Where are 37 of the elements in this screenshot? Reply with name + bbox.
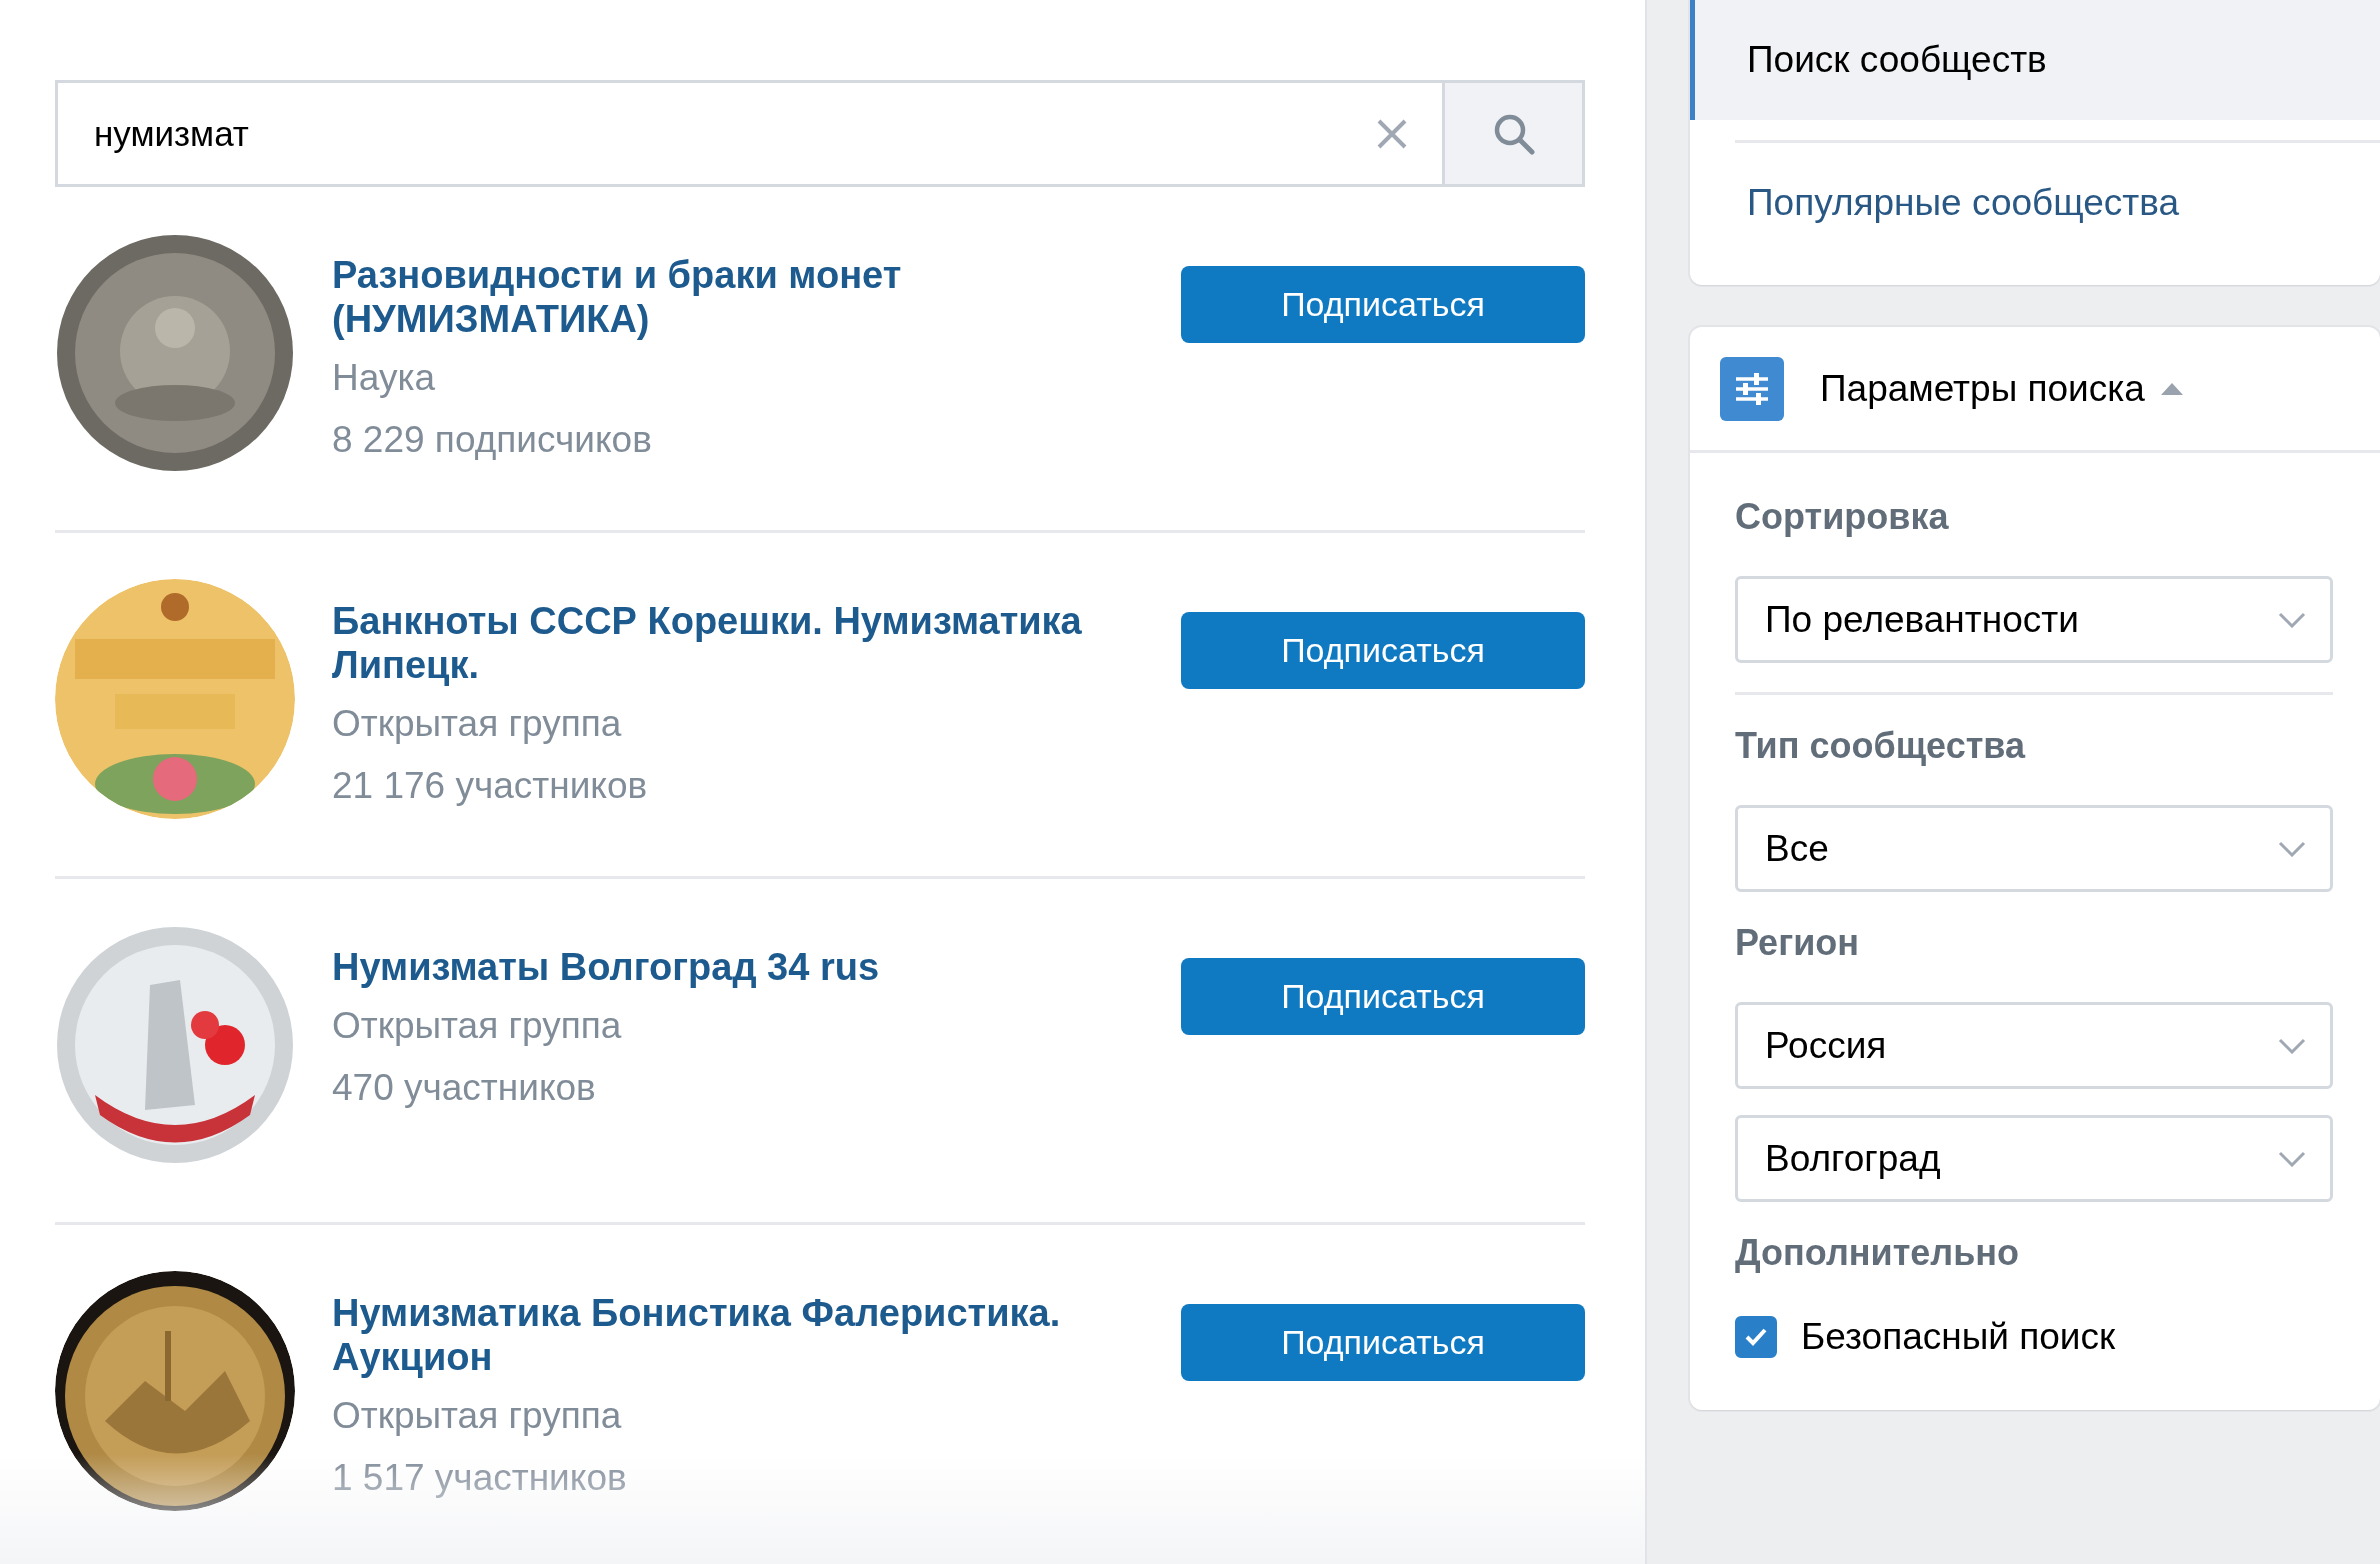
section-label: Тип сообщества: [1735, 724, 2027, 768]
section-label: Сортировка: [1735, 495, 1950, 539]
member-count: 470 участников: [332, 1066, 596, 1110]
filter-icon: [1720, 356, 1784, 421]
chevron-icon: [2278, 1150, 2306, 1167]
group-title-link[interactable]: Нумизматика Бонистика Фалеристика. Аукцион: [332, 1291, 1141, 1379]
section-label: Дополнительно: [1735, 1231, 2021, 1275]
group-title-link[interactable]: Разновидности и браки монет (НУМИЗМАТИКА): [332, 253, 1141, 341]
dropdown[interactable]: Россия: [1735, 1002, 2333, 1089]
nav-item[interactable]: Поиск сообществ: [1690, 0, 2380, 120]
subscribe-button[interactable]: Подписаться: [1181, 958, 1585, 1035]
section-label: Регион: [1735, 921, 1860, 965]
member-count: 1 517 участников: [332, 1456, 627, 1500]
checkbox-label: Безопасный поиск: [1801, 1316, 2116, 1358]
dropdown[interactable]: Волгоград: [1735, 1115, 2333, 1202]
group-category: Открытая группа: [332, 1004, 622, 1048]
checkbox[interactable]: [1735, 1316, 1777, 1358]
group-category: Открытая группа: [332, 702, 622, 746]
search-button[interactable]: [1442, 83, 1582, 184]
chevron-icon: [2278, 1037, 2306, 1054]
group-title-link[interactable]: Банкноты СССР Корешки. Нумизматика Липецк.: [332, 599, 1141, 687]
chevron-icon: [2278, 611, 2306, 628]
dropdown[interactable]: По релевантности: [1735, 576, 2333, 663]
search-field[interactable]: нумизмат: [55, 80, 1585, 187]
subscribe-button[interactable]: Подписаться: [1181, 1304, 1585, 1381]
params-title: Параметры поиска: [1820, 367, 2145, 410]
subscribe-button[interactable]: Подписаться: [1181, 266, 1585, 343]
member-count: 8 229 подписчиков: [332, 418, 652, 462]
nav-item[interactable]: Популярные сообщества: [1690, 143, 2380, 263]
group-title-link[interactable]: Нумизматы Волгоград 34 rus: [332, 945, 880, 989]
group-category: Наука: [332, 356, 435, 400]
dropdown[interactable]: Все: [1735, 805, 2333, 892]
subscribe-button[interactable]: Подписаться: [1181, 612, 1585, 689]
chevron-icon: [2278, 840, 2306, 857]
group-category: Открытая группа: [332, 1394, 622, 1438]
member-count: 21 176 участников: [332, 764, 648, 808]
params-header[interactable]: Параметры поиска: [1690, 327, 2380, 453]
